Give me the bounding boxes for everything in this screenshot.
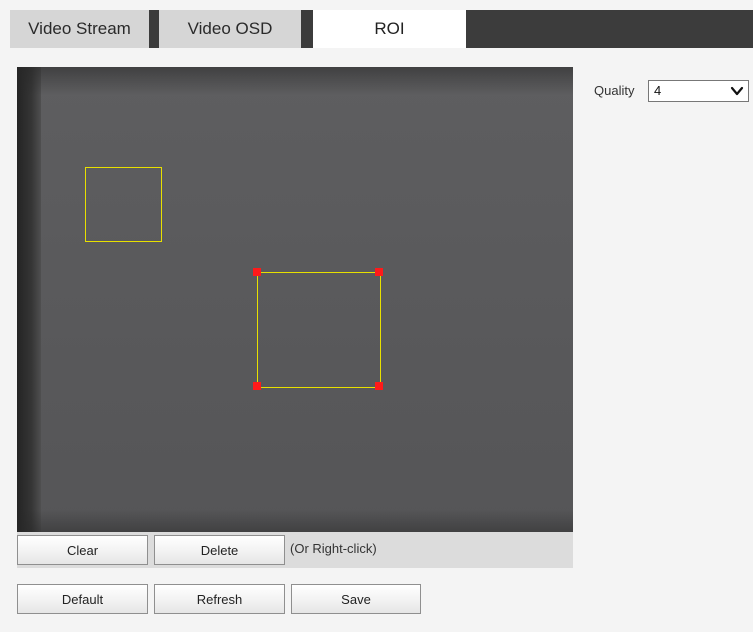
default-button[interactable]: Default [17, 584, 148, 614]
tab-video-osd[interactable]: Video OSD [159, 10, 301, 48]
roi-region-1[interactable] [85, 167, 162, 242]
video-preview[interactable] [17, 67, 573, 532]
video-shade-bottom [17, 510, 573, 532]
right-click-hint: (Or Right-click) [290, 541, 377, 556]
quality-label: Quality [594, 83, 635, 98]
refresh-button[interactable]: Refresh [154, 584, 285, 614]
tab-divider [301, 10, 313, 48]
tab-divider [149, 10, 159, 48]
quality-value: 4 [654, 83, 662, 98]
roi-resize-handle-top-right[interactable] [375, 268, 383, 276]
roi-resize-handle-bottom-left[interactable] [253, 382, 261, 390]
save-button[interactable]: Save [291, 584, 421, 614]
tab-bar-fill [466, 10, 753, 48]
roi-resize-handle-top-left[interactable] [253, 268, 261, 276]
tab-roi[interactable]: ROI [313, 10, 466, 48]
roi-resize-handle-bottom-right[interactable] [375, 382, 383, 390]
chevron-down-icon [730, 86, 744, 96]
video-shade-top [17, 67, 573, 95]
tab-video-stream[interactable]: Video Stream [10, 10, 149, 48]
tab-video-stream-label: Video Stream [28, 19, 131, 38]
quality-select[interactable]: 4 [648, 80, 749, 102]
tab-bar: Video Stream Video OSD ROI [0, 0, 753, 48]
clear-button[interactable]: Clear [17, 535, 148, 565]
roi-region-2-selected[interactable] [257, 272, 381, 388]
tab-roi-label: ROI [374, 19, 405, 38]
video-dark-edge [17, 67, 41, 532]
tab-video-osd-label: Video OSD [187, 19, 273, 38]
delete-button[interactable]: Delete [154, 535, 285, 565]
